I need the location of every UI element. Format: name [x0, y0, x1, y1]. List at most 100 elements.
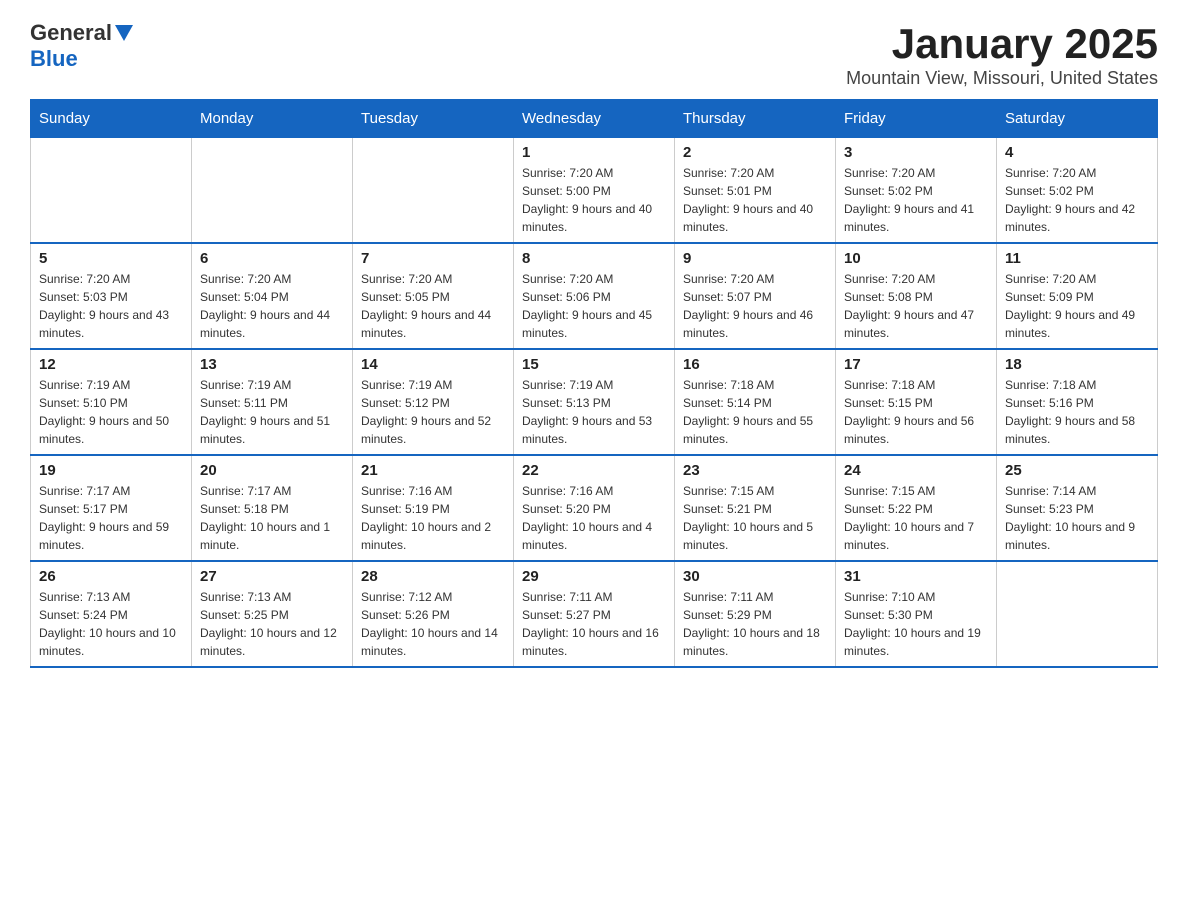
day-info: Sunrise: 7:13 AM Sunset: 5:24 PM Dayligh… [39, 588, 183, 660]
day-number: 24 [844, 462, 988, 479]
day-number: 20 [200, 462, 344, 479]
day-number: 30 [683, 568, 827, 585]
day-info: Sunrise: 7:18 AM Sunset: 5:15 PM Dayligh… [844, 376, 988, 448]
day-number: 8 [522, 250, 666, 267]
header-tuesday: Tuesday [353, 100, 514, 138]
day-info: Sunrise: 7:11 AM Sunset: 5:29 PM Dayligh… [683, 588, 827, 660]
day-number: 15 [522, 356, 666, 373]
day-info: Sunrise: 7:15 AM Sunset: 5:22 PM Dayligh… [844, 482, 988, 554]
day-number: 6 [200, 250, 344, 267]
day-number: 18 [1005, 356, 1149, 373]
day-info: Sunrise: 7:18 AM Sunset: 5:16 PM Dayligh… [1005, 376, 1149, 448]
day-number: 22 [522, 462, 666, 479]
calendar-day-7: 7Sunrise: 7:20 AM Sunset: 5:05 PM Daylig… [353, 243, 514, 349]
calendar-week-row: 5 Sunrise: 7:20 AM Sunset: 5:03 PM Daylig… [31, 243, 1158, 349]
calendar-day-14: 14 Sunrise: 7:19 AM Sunset: 5:12 PM Dayli… [353, 349, 514, 455]
day-number: 25 [1005, 462, 1149, 479]
calendar-day-9: 9Sunrise: 7:20 AM Sunset: 5:07 PM Daylig… [675, 243, 836, 349]
calendar-subtitle: Mountain View, Missouri, United States [846, 68, 1158, 89]
calendar-day-8: 8 Sunrise: 7:20 AM Sunset: 5:06 PM Daylig… [514, 243, 675, 349]
calendar-header-row: SundayMondayTuesdayWednesdayThursdayFrid… [31, 100, 1158, 138]
day-number: 12 [39, 356, 183, 373]
day-info: Sunrise: 7:20 AM Sunset: 5:09 PM Dayligh… [1005, 270, 1149, 342]
calendar-day-1: 1 Sunrise: 7:20 AM Sunset: 5:00 PM Daylig… [514, 138, 675, 244]
day-info: Sunrise: 7:19 AM Sunset: 5:11 PM Dayligh… [200, 376, 344, 448]
calendar-day-25: 25 Sunrise: 7:14 AM Sunset: 5:23 PM Dayli… [997, 455, 1158, 561]
day-number: 26 [39, 568, 183, 585]
page-header: General Blue January 2025 Mountain View,… [30, 20, 1158, 89]
calendar-day-4: 4 Sunrise: 7:20 AM Sunset: 5:02 PM Daylig… [997, 138, 1158, 244]
header-sunday: Sunday [31, 100, 192, 138]
calendar-title: January 2025 [846, 20, 1158, 68]
calendar-empty-cell [192, 138, 353, 244]
header-friday: Friday [836, 100, 997, 138]
day-number: 10 [844, 250, 988, 267]
day-number: 29 [522, 568, 666, 585]
calendar-day-18: 18 Sunrise: 7:18 AM Sunset: 5:16 PM Dayli… [997, 349, 1158, 455]
calendar-day-5: 5 Sunrise: 7:20 AM Sunset: 5:03 PM Daylig… [31, 243, 192, 349]
calendar-day-30: 30 Sunrise: 7:11 AM Sunset: 5:29 PM Dayli… [675, 561, 836, 667]
day-info: Sunrise: 7:19 AM Sunset: 5:10 PM Dayligh… [39, 376, 183, 448]
day-number: 31 [844, 568, 988, 585]
calendar-day-23: 23 Sunrise: 7:15 AM Sunset: 5:21 PM Dayli… [675, 455, 836, 561]
logo-triangle-icon [115, 25, 133, 43]
day-info: Sunrise: 7:10 AM Sunset: 5:30 PM Dayligh… [844, 588, 988, 660]
calendar-day-13: 13 Sunrise: 7:19 AM Sunset: 5:11 PM Dayli… [192, 349, 353, 455]
calendar-day-11: 11 Sunrise: 7:20 AM Sunset: 5:09 PM Dayli… [997, 243, 1158, 349]
day-info: Sunrise: 7:16 AM Sunset: 5:20 PM Dayligh… [522, 482, 666, 554]
calendar-day-3: 3Sunrise: 7:20 AM Sunset: 5:02 PM Daylig… [836, 138, 997, 244]
day-info: Sunrise: 7:20 AM Sunset: 5:00 PM Dayligh… [522, 164, 666, 236]
calendar-day-10: 10Sunrise: 7:20 AM Sunset: 5:08 PM Dayli… [836, 243, 997, 349]
calendar-day-2: 2 Sunrise: 7:20 AM Sunset: 5:01 PM Daylig… [675, 138, 836, 244]
calendar-week-row: 12 Sunrise: 7:19 AM Sunset: 5:10 PM Dayli… [31, 349, 1158, 455]
day-number: 27 [200, 568, 344, 585]
day-info: Sunrise: 7:19 AM Sunset: 5:13 PM Dayligh… [522, 376, 666, 448]
day-number: 4 [1005, 144, 1149, 161]
day-info: Sunrise: 7:17 AM Sunset: 5:18 PM Dayligh… [200, 482, 344, 554]
calendar-day-16: 16 Sunrise: 7:18 AM Sunset: 5:14 PM Dayli… [675, 349, 836, 455]
day-info: Sunrise: 7:17 AM Sunset: 5:17 PM Dayligh… [39, 482, 183, 554]
day-info: Sunrise: 7:13 AM Sunset: 5:25 PM Dayligh… [200, 588, 344, 660]
day-info: Sunrise: 7:18 AM Sunset: 5:14 PM Dayligh… [683, 376, 827, 448]
day-number: 7 [361, 250, 505, 267]
calendar-day-24: 24 Sunrise: 7:15 AM Sunset: 5:22 PM Dayli… [836, 455, 997, 561]
day-info: Sunrise: 7:14 AM Sunset: 5:23 PM Dayligh… [1005, 482, 1149, 554]
day-number: 13 [200, 356, 344, 373]
calendar-day-28: 28Sunrise: 7:12 AM Sunset: 5:26 PM Dayli… [353, 561, 514, 667]
day-number: 1 [522, 144, 666, 161]
day-info: Sunrise: 7:20 AM Sunset: 5:07 PM Dayligh… [683, 270, 827, 342]
day-number: 2 [683, 144, 827, 161]
day-info: Sunrise: 7:11 AM Sunset: 5:27 PM Dayligh… [522, 588, 666, 660]
day-number: 14 [361, 356, 505, 373]
calendar-day-20: 20 Sunrise: 7:17 AM Sunset: 5:18 PM Dayli… [192, 455, 353, 561]
logo-blue-text: Blue [30, 46, 78, 71]
day-number: 19 [39, 462, 183, 479]
calendar-day-21: 21Sunrise: 7:16 AM Sunset: 5:19 PM Dayli… [353, 455, 514, 561]
day-number: 11 [1005, 250, 1149, 267]
logo-general-text: General [30, 20, 112, 46]
title-area: January 2025 Mountain View, Missouri, Un… [846, 20, 1158, 89]
header-monday: Monday [192, 100, 353, 138]
day-number: 16 [683, 356, 827, 373]
calendar-day-26: 26 Sunrise: 7:13 AM Sunset: 5:24 PM Dayli… [31, 561, 192, 667]
calendar-day-19: 19 Sunrise: 7:17 AM Sunset: 5:17 PM Dayli… [31, 455, 192, 561]
calendar-day-27: 27 Sunrise: 7:13 AM Sunset: 5:25 PM Dayli… [192, 561, 353, 667]
calendar-week-row: 26 Sunrise: 7:13 AM Sunset: 5:24 PM Dayli… [31, 561, 1158, 667]
logo: General Blue [30, 20, 133, 72]
day-info: Sunrise: 7:19 AM Sunset: 5:12 PM Dayligh… [361, 376, 505, 448]
day-number: 28 [361, 568, 505, 585]
day-info: Sunrise: 7:20 AM Sunset: 5:02 PM Dayligh… [1005, 164, 1149, 236]
calendar-day-29: 29 Sunrise: 7:11 AM Sunset: 5:27 PM Dayli… [514, 561, 675, 667]
day-info: Sunrise: 7:20 AM Sunset: 5:01 PM Dayligh… [683, 164, 827, 236]
header-saturday: Saturday [997, 100, 1158, 138]
day-info: Sunrise: 7:20 AM Sunset: 5:03 PM Dayligh… [39, 270, 183, 342]
day-number: 17 [844, 356, 988, 373]
day-info: Sunrise: 7:15 AM Sunset: 5:21 PM Dayligh… [683, 482, 827, 554]
header-wednesday: Wednesday [514, 100, 675, 138]
day-info: Sunrise: 7:20 AM Sunset: 5:06 PM Dayligh… [522, 270, 666, 342]
calendar-table: SundayMondayTuesdayWednesdayThursdayFrid… [30, 99, 1158, 668]
day-number: 5 [39, 250, 183, 267]
day-number: 23 [683, 462, 827, 479]
calendar-week-row: 1 Sunrise: 7:20 AM Sunset: 5:00 PM Daylig… [31, 138, 1158, 244]
calendar-empty-cell [997, 561, 1158, 667]
